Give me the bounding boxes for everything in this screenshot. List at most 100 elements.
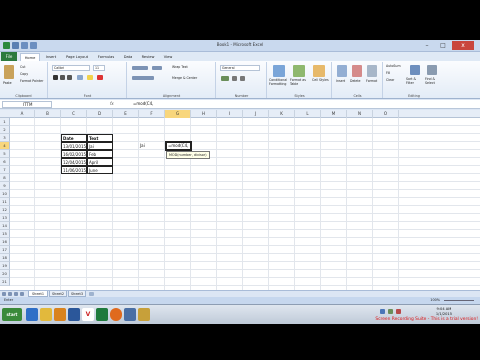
sort-filter-button[interactable]: Sort & Filter	[406, 77, 424, 85]
row-header-1[interactable]: 1	[0, 118, 10, 126]
column-header-b[interactable]: B	[35, 110, 61, 118]
cell-f4[interactable]: Jai	[139, 142, 161, 150]
table-cell[interactable]: June	[87, 166, 113, 174]
row-header-6[interactable]: 6	[0, 158, 10, 166]
bold-icon[interactable]	[53, 75, 58, 80]
insert-sheet-icon[interactable]	[89, 292, 94, 296]
active-cell[interactable]: =mod(C4,	[165, 141, 192, 151]
row-header-9[interactable]: 9	[0, 182, 10, 190]
row-header-20[interactable]: 20	[0, 270, 10, 278]
row-header-14[interactable]: 14	[0, 222, 10, 230]
table-header-text[interactable]: Text	[87, 134, 113, 142]
table-cell[interactable]: 16/02/2015	[61, 150, 87, 158]
cell-styles-icon[interactable]	[313, 65, 325, 77]
system-clock[interactable]: 9:04 AM 1/1/2015	[436, 307, 452, 317]
tab-page-layout[interactable]: Page Layout	[62, 53, 92, 61]
row-header-8[interactable]: 8	[0, 174, 10, 182]
function-tooltip[interactable]: MOD(number, divisor)	[166, 151, 210, 159]
font-size-select[interactable]: 11	[93, 65, 105, 71]
file-explorer-icon[interactable]	[40, 308, 52, 321]
row-header-5[interactable]: 5	[0, 150, 10, 158]
tray-network-icon[interactable]	[380, 309, 385, 314]
maximize-button[interactable]: □	[436, 41, 450, 50]
row-header-10[interactable]: 10	[0, 190, 10, 198]
align-left-icon[interactable]	[132, 76, 154, 80]
borders-icon[interactable]	[77, 75, 83, 80]
column-header-j[interactable]: J	[243, 110, 269, 118]
next-sheet-icon[interactable]	[14, 292, 18, 296]
paint-icon[interactable]	[138, 308, 150, 321]
tab-home[interactable]: Home	[20, 53, 40, 61]
row-header-12[interactable]: 12	[0, 206, 10, 214]
column-header-k[interactable]: K	[269, 110, 295, 118]
row-header-3[interactable]: 3	[0, 134, 10, 142]
row-header-4[interactable]: 4	[0, 142, 10, 150]
formula-input[interactable]: =mod(C4,	[133, 101, 153, 106]
fill-button[interactable]: Fill	[386, 71, 390, 75]
paste-icon[interactable]	[4, 65, 14, 79]
format-painter-button[interactable]: Format Painter	[20, 79, 43, 83]
paste-button[interactable]: Paste	[3, 81, 12, 85]
row-header-2[interactable]: 2	[0, 126, 10, 134]
row-header-13[interactable]: 13	[0, 214, 10, 222]
prev-sheet-icon[interactable]	[8, 292, 12, 296]
cut-button[interactable]: Cut	[20, 65, 26, 69]
table-cell[interactable]: 11/06/2015	[61, 166, 87, 174]
row-header-17[interactable]: 17	[0, 246, 10, 254]
orientation-icon[interactable]	[152, 66, 162, 70]
row-header-19[interactable]: 19	[0, 262, 10, 270]
format-as-table-button[interactable]: Format as Table	[290, 78, 310, 86]
zoom-level[interactable]: 100%	[430, 297, 440, 304]
find-select-icon[interactable]	[427, 65, 437, 75]
align-top-icon[interactable]	[132, 66, 148, 70]
column-header-n[interactable]: N	[347, 110, 373, 118]
tray-volume-icon[interactable]	[388, 309, 393, 314]
autosum-button[interactable]: AutoSum	[386, 64, 401, 68]
format-cells-icon[interactable]	[367, 65, 377, 77]
delete-cells-icon[interactable]	[352, 65, 362, 77]
internet-explorer-icon[interactable]	[26, 308, 38, 321]
cell-styles-button[interactable]: Cell Styles	[312, 78, 330, 83]
table-cell[interactable]: Jai	[87, 142, 113, 150]
table-header-date[interactable]: Date	[61, 134, 87, 142]
sort-filter-icon[interactable]	[410, 65, 420, 75]
column-header-l[interactable]: L	[295, 110, 321, 118]
start-button[interactable]: start	[2, 308, 22, 321]
column-header-o[interactable]: O	[373, 110, 399, 118]
table-cell[interactable]: Feb	[87, 150, 113, 158]
tab-formulas[interactable]: Formulas	[94, 53, 118, 61]
minimize-button[interactable]: –	[420, 41, 434, 50]
comma-icon[interactable]	[240, 76, 245, 81]
format-as-table-icon[interactable]	[293, 65, 305, 77]
row-header-7[interactable]: 7	[0, 166, 10, 174]
tab-review[interactable]: Review	[138, 53, 158, 61]
column-header-e[interactable]: E	[113, 110, 139, 118]
tab-data[interactable]: Data	[120, 53, 136, 61]
column-header-f[interactable]: F	[139, 110, 165, 118]
close-button[interactable]: x	[452, 41, 474, 50]
delete-button[interactable]: Delete	[350, 79, 360, 83]
row-header-18[interactable]: 18	[0, 254, 10, 262]
name-box[interactable]: ITTM	[2, 101, 52, 108]
column-header-i[interactable]: I	[217, 110, 243, 118]
currency-icon[interactable]	[221, 76, 229, 81]
tab-view[interactable]: View	[160, 53, 176, 61]
last-sheet-icon[interactable]	[20, 292, 24, 296]
wrap-text-button[interactable]: Wrap Text	[172, 65, 188, 69]
row-header-15[interactable]: 15	[0, 230, 10, 238]
v-app-icon[interactable]: V	[82, 308, 94, 321]
clear-button[interactable]: Clear	[386, 78, 394, 82]
table-cell[interactable]: April	[87, 158, 113, 166]
row-header-21[interactable]: 21	[0, 278, 10, 286]
insert-button[interactable]: Insert	[336, 79, 345, 83]
column-header-h[interactable]: H	[191, 110, 217, 118]
tray-recorder-icon[interactable]	[396, 309, 401, 314]
number-format-select[interactable]: General	[220, 65, 260, 71]
row-header-16[interactable]: 16	[0, 238, 10, 246]
underline-icon[interactable]	[67, 75, 72, 80]
column-header-m[interactable]: M	[321, 110, 347, 118]
conditional-formatting-icon[interactable]	[273, 65, 285, 77]
italic-icon[interactable]	[60, 75, 65, 80]
conditional-formatting-button[interactable]: Conditional Formatting	[269, 78, 289, 86]
outlook-icon[interactable]	[68, 308, 80, 321]
